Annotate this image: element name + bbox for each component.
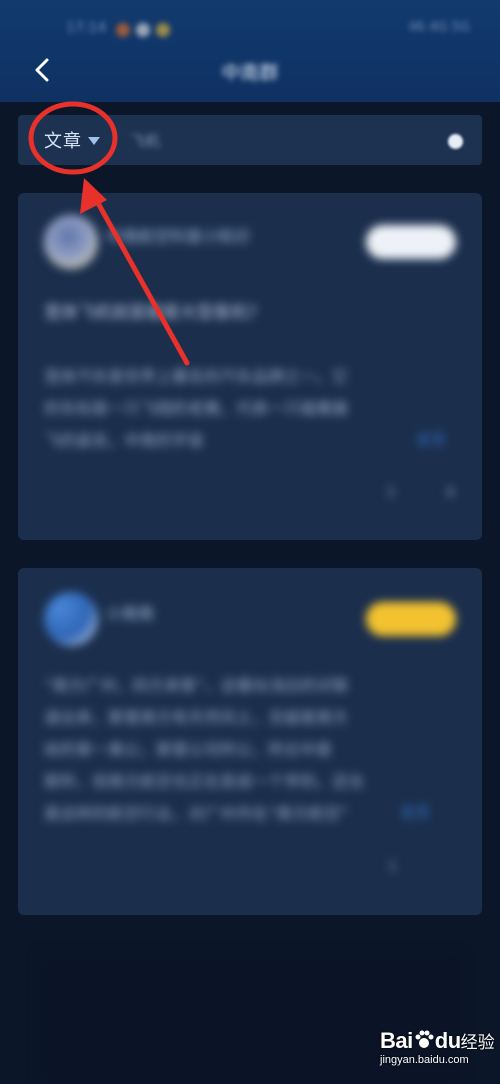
signal-battery-icons: 46 4G 5G <box>408 20 471 35</box>
like-count: 3 <box>386 485 395 501</box>
notification-icon <box>136 23 150 37</box>
notification-icon <box>156 23 170 37</box>
article-excerpt: “南方广州，四方来客”，这看似浅白的对联 <box>44 676 349 695</box>
follow-button <box>366 602 456 636</box>
article-title: 宽体飞机就是载客大型客机? <box>44 303 258 323</box>
paw-icon <box>415 1030 434 1048</box>
article-excerpt: 的车标是一只飞翔的老鹰，代表一只雄鹰展 <box>44 399 349 418</box>
top-header: 17:14 46 4G 5G 中南群 <box>0 0 500 102</box>
read-more-link: 全文 <box>400 803 431 821</box>
clear-search-icon[interactable] <box>448 134 463 149</box>
article-excerpt: 给的第一美公，那里公司所公，所论中是 <box>44 740 333 759</box>
read-more-link: 全文 <box>416 430 447 448</box>
dropdown-label: 文章 <box>44 131 82 152</box>
search-bar: 文章 <box>18 115 482 165</box>
article-excerpt: 宽体汽车是世界上著名的汽车品牌之一。它 <box>44 367 349 386</box>
article-card[interactable]: 中南航空科普小知识 宽体飞机就是载客大型客机? 宽体汽车是世界上著名的汽车品牌之… <box>18 193 482 540</box>
article-excerpt: 那所，但南方航空也正在变成一个学的，还也 <box>44 772 365 791</box>
status-bar: 17:14 46 4G 5G <box>0 10 500 50</box>
article-excerpt: 道出来，那里南方有天然风土，无疑是南方 <box>44 708 349 727</box>
avatar <box>44 592 98 646</box>
status-time: 17:14 <box>66 20 107 36</box>
notification-icon <box>116 23 130 37</box>
card-content: 小南南 “南方广州，四方来客”，这看似浅白的对联 道出来，那里南方有天然风土，无… <box>18 568 482 915</box>
article-card[interactable]: 小南南 “南方广州，四方来客”，这看似浅白的对联 道出来，那里南方有天然风土，无… <box>18 568 482 915</box>
like-count: 1 <box>388 859 397 875</box>
caret-down-icon <box>88 137 100 145</box>
author-name: 中南航空科普小知识 <box>106 227 251 246</box>
follow-button <box>366 225 456 259</box>
watermark-url: jingyan.baidu.com <box>380 1054 469 1066</box>
content-type-dropdown[interactable]: 文章 <box>44 123 100 157</box>
author-name: 小南南 <box>106 604 155 623</box>
comment-count: 8 <box>446 485 455 501</box>
card-content: 中南航空科普小知识 宽体飞机就是载客大型客机? 宽体汽车是世界上著名的汽车品牌之… <box>18 193 482 540</box>
avatar <box>44 215 98 269</box>
article-excerpt: 飞的姿态，中南的宇宙 <box>44 431 205 450</box>
article-excerpt: 是这样的航空行业，对广州市在“南方航空” <box>44 804 349 823</box>
baidu-jingyan-watermark: Bai du经验 jingyan.baidu.com <box>380 1028 495 1066</box>
search-input[interactable] <box>128 125 432 157</box>
page-title: 中南群 <box>221 62 279 84</box>
